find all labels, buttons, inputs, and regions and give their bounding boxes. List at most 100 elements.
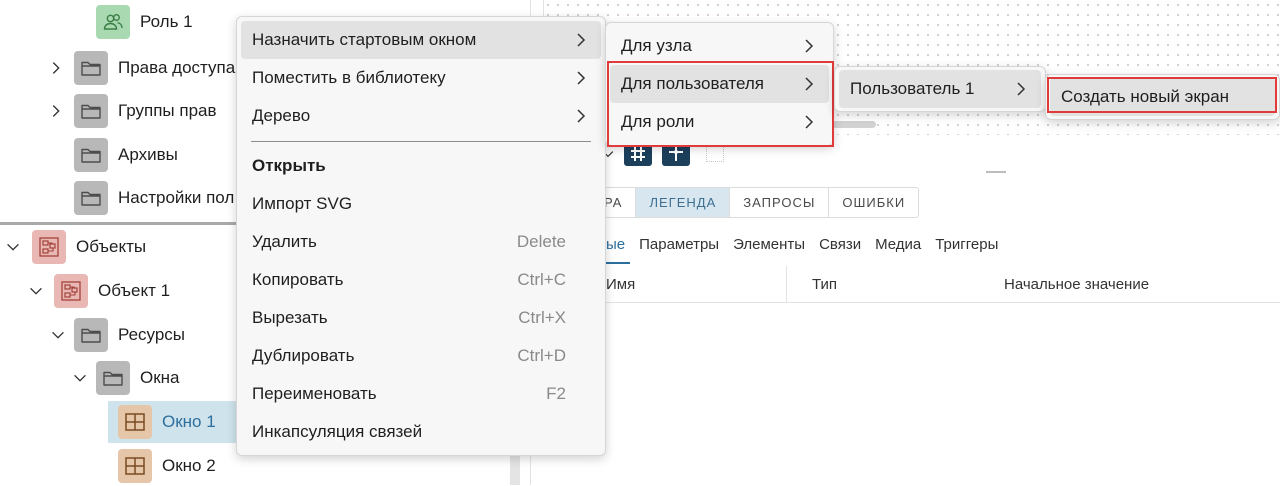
tree-item-object-1[interactable]: Объект 1 [54,271,170,311]
menu-item-label: Переименовать [252,384,377,403]
menu-item-label: Назначить стартовым окном [252,30,477,49]
tree-item-label: Окно 2 [162,456,216,475]
menu-item-rename[interactable]: Переименовать F2 [241,375,601,413]
tree-item-label: Настройки пол [118,188,235,207]
chevron-right-icon [571,30,591,50]
tab-errors[interactable]: ОШИБКИ [829,188,918,217]
folder-icon [74,51,108,85]
menu-item-label: Дерево [252,106,311,125]
folder-icon [74,318,108,352]
role-icon [96,5,130,39]
column-header-name[interactable]: Имя [606,276,635,293]
chevron-right-icon [571,68,591,88]
chevron-right-icon [571,106,591,126]
subtab-variables[interactable]: ые [606,236,625,253]
menu-item-label: Создать новый экран [1061,87,1230,106]
menu-item-tree[interactable]: Дерево [241,97,601,135]
window-icon [118,405,152,439]
menu-item-open[interactable]: Открыть [241,147,601,185]
menu-item-label: Копировать [252,270,344,289]
chevron-right-icon [799,36,819,56]
tree-item-settings[interactable]: Настройки пол [74,178,234,218]
menu-item-label: Для пользователя [621,74,765,93]
menu-item-duplicate[interactable]: Дублировать Ctrl+D [241,337,601,375]
submenu-screens: Создать новый экран [1045,74,1280,120]
menu-item-delete[interactable]: Удалить Delete [241,223,601,261]
menu-separator [251,141,591,142]
menu-item-label: Удалить [252,232,317,251]
tab-legend[interactable]: ЛЕГЕНДА [636,188,731,217]
chevron-right-icon [799,74,819,94]
tree-item-label: Роль 1 [140,12,193,31]
menu-item-add-to-library[interactable]: Поместить в библиотеку [241,59,601,97]
menu-item-label: Импорт SVG [252,194,353,213]
column-divider[interactable] [786,266,787,303]
tab-queries[interactable]: ЗАПРОСЫ [730,188,830,217]
column-header-initial-value[interactable]: Начальное значение [1004,276,1149,293]
menu-item-label: Дублировать [252,346,355,365]
menu-item-label: Для роли [621,112,695,131]
menu-item-label: Инкапсуляция связей [252,422,423,441]
frame-icon[interactable] [706,146,724,162]
chevron-down-icon[interactable] [3,237,23,257]
menu-item-shortcut: Delete [516,232,566,251]
submenu-start-window: Для узла Для пользователя Для роли [605,22,834,146]
tree-item-resources[interactable]: Ресурсы [74,315,185,355]
table-header: Имя Тип Начальное значение [590,266,1280,303]
chevron-right-icon[interactable] [46,58,66,78]
object-icon [54,274,88,308]
folder-icon [96,361,130,395]
menu-item-for-node[interactable]: Для узла [610,27,829,65]
tree-item-label: Объект 1 [98,281,171,300]
tree-item-label: Права доступа [118,58,236,77]
column-header-type[interactable]: Тип [812,276,837,293]
menu-item-cut[interactable]: Вырезать Ctrl+X [241,299,601,337]
subtab-elements[interactable]: Элементы [733,236,805,253]
menu-item-set-start-window[interactable]: Назначить стартовым окном [241,21,601,59]
tree-item-windows[interactable]: Окна [96,358,180,398]
subtab-triggers[interactable]: Триггеры [935,236,998,253]
menu-item-label: Вырезать [252,308,328,327]
bottom-tabs: РА ЛЕГЕНДА ЗАПРОСЫ ОШИБКИ [590,187,920,218]
folder-icon [74,94,108,128]
subtab-parameters[interactable]: Параметры [639,236,719,253]
chevron-down-icon[interactable] [70,368,90,388]
submenu-users: Пользователь 1 [834,66,1046,112]
tree-item-role-1[interactable]: Роль 1 [96,2,193,42]
tree-item-objects[interactable]: Объекты [32,227,146,267]
subtab-media[interactable]: Медиа [875,236,921,253]
menu-item-shortcut: Ctrl+C [517,270,566,289]
tree-item-label: Окна [140,368,180,387]
panel-resize-handle[interactable] [986,171,1006,173]
tree-item-label: Группы прав [118,101,217,120]
folder-icon [74,138,108,172]
menu-item-shortcut: Ctrl+X [518,308,566,327]
menu-item-shortcut: F2 [546,384,566,403]
menu-item-create-new-screen[interactable]: Создать новый экран [1050,78,1275,116]
chevron-down-icon[interactable] [26,281,46,301]
menu-item-copy[interactable]: Копировать Ctrl+C [241,261,601,299]
tree-item-window-1[interactable]: Окно 1 [118,402,216,442]
tree-item-label: Окно 1 [162,412,216,431]
menu-item-label: Пользователь 1 [850,79,975,98]
menu-item-encapsulate-links[interactable]: Инкапсуляция связей [241,413,601,451]
snap-icon [669,147,683,161]
folder-icon [74,181,108,215]
tree-item-permission-groups[interactable]: Группы прав [74,91,217,131]
canvas-scrollbar[interactable] [830,121,876,128]
chevron-right-icon[interactable] [46,101,66,121]
tree-item-label: Архивы [118,145,178,164]
menu-item-for-role[interactable]: Для роли [610,103,829,141]
menu-item-label: Для узла [621,36,692,55]
tree-item-archives[interactable]: Архивы [74,135,178,175]
menu-item-for-user[interactable]: Для пользователя [610,65,829,103]
tree-item-window-2[interactable]: Окно 2 [118,446,216,486]
menu-item-label: Поместить в библиотеку [252,68,446,87]
chevron-right-icon [799,112,819,132]
menu-item-import-svg[interactable]: Импорт SVG [241,185,601,223]
grid-icon [631,147,645,161]
tree-item-access-rights[interactable]: Права доступа [74,48,235,88]
chevron-down-icon[interactable] [48,325,68,345]
subtab-links[interactable]: Связи [819,236,861,253]
menu-item-user-1[interactable]: Пользователь 1 [839,70,1041,108]
